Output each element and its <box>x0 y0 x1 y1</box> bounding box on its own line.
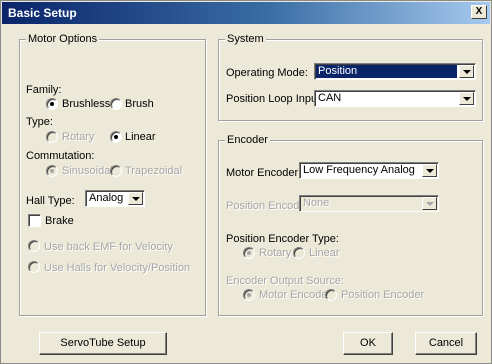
type-rotary-label[interactable]: Rotary <box>62 131 94 143</box>
cancel-button[interactable]: Cancel <box>415 332 477 355</box>
motor-encoder-value: Low Frequency Analog <box>303 164 415 176</box>
motor-options-legend: Motor Options <box>26 33 100 45</box>
family-label: Family: <box>26 84 62 96</box>
commutation-sinusoidal-radio[interactable] <box>46 165 58 177</box>
family-brush-label[interactable]: Brush <box>125 98 154 110</box>
commutation-trapezoidal-label[interactable]: Trapezoidal <box>125 165 182 177</box>
operating-mode-dropdown[interactable]: Position <box>314 63 476 80</box>
commutation-trapezoidal-radio[interactable] <box>110 165 122 177</box>
commutation-sinusoidal-label[interactable]: Sinusoidal <box>62 165 113 177</box>
output-motor-encoder-label[interactable]: Motor Encoder <box>259 289 331 301</box>
motor-encoder-dropdown[interactable]: Low Frequency Analog <box>299 162 439 179</box>
chevron-down-icon[interactable] <box>422 164 437 177</box>
ok-button[interactable]: OK <box>343 332 393 355</box>
position-loop-input-dropdown[interactable]: CAN <box>314 90 476 107</box>
output-position-encoder-radio[interactable] <box>325 289 337 301</box>
motor-options-group: Motor Options <box>19 33 206 316</box>
use-halls-label[interactable]: Use Halls for Velocity/Position <box>44 262 190 274</box>
encoder-output-source-label: Encoder Output Source: <box>226 275 345 287</box>
position-encoder-value: None <box>303 197 330 209</box>
chevron-down-icon[interactable] <box>422 197 437 210</box>
commutation-label: Commutation: <box>26 150 95 162</box>
basic-setup-dialog: Basic Setup X Motor Options Family: Brus… <box>0 0 492 364</box>
family-brushless-label[interactable]: Brushless <box>62 98 110 110</box>
output-motor-encoder-radio[interactable] <box>243 289 255 301</box>
family-brushless-radio[interactable] <box>46 98 58 110</box>
operating-mode-value: Position <box>316 65 457 78</box>
type-linear-label[interactable]: Linear <box>125 131 156 143</box>
system-group: System <box>218 33 483 121</box>
use-back-emf-label[interactable]: Use back EMF for Velocity <box>44 241 173 253</box>
pos-encoder-rotary-label[interactable]: Rotary <box>259 247 291 259</box>
title-bar[interactable]: Basic Setup X <box>2 2 490 24</box>
brake-checkbox[interactable] <box>28 214 41 227</box>
brake-label[interactable]: Brake <box>45 215 74 227</box>
position-loop-input-value: CAN <box>318 92 342 104</box>
hall-type-value: Analog <box>89 192 124 204</box>
pos-encoder-linear-label[interactable]: Linear <box>309 247 340 259</box>
chevron-down-icon[interactable] <box>128 192 143 205</box>
type-linear-radio[interactable] <box>110 131 122 143</box>
output-position-encoder-label[interactable]: Position Encoder <box>341 289 424 301</box>
position-encoder-dropdown[interactable]: None <box>299 195 439 212</box>
chevron-down-icon[interactable] <box>459 65 474 78</box>
use-back-emf-radio[interactable] <box>28 240 40 252</box>
type-label: Type: <box>26 116 53 128</box>
hall-type-dropdown[interactable]: Analog <box>85 190 145 207</box>
pos-encoder-rotary-radio[interactable] <box>243 247 255 259</box>
position-loop-input-label: Position Loop Input: <box>226 93 324 105</box>
close-button[interactable]: X <box>471 5 487 19</box>
pos-encoder-linear-radio[interactable] <box>293 247 305 259</box>
motor-encoder-label: Motor Encoder: <box>226 167 302 179</box>
encoder-legend: Encoder <box>225 134 270 146</box>
servotube-setup-button[interactable]: ServoTube Setup <box>39 332 167 355</box>
chevron-down-icon[interactable] <box>459 92 474 105</box>
position-encoder-type-label: Position Encoder Type: <box>226 233 339 245</box>
family-brush-radio[interactable] <box>110 98 122 110</box>
window-title: Basic Setup <box>8 6 77 20</box>
system-legend: System <box>225 33 266 45</box>
use-halls-radio[interactable] <box>28 261 40 273</box>
hall-type-label: Hall Type: <box>26 195 75 207</box>
operating-mode-label: Operating Mode: <box>226 67 308 79</box>
type-rotary-radio[interactable] <box>46 131 58 143</box>
